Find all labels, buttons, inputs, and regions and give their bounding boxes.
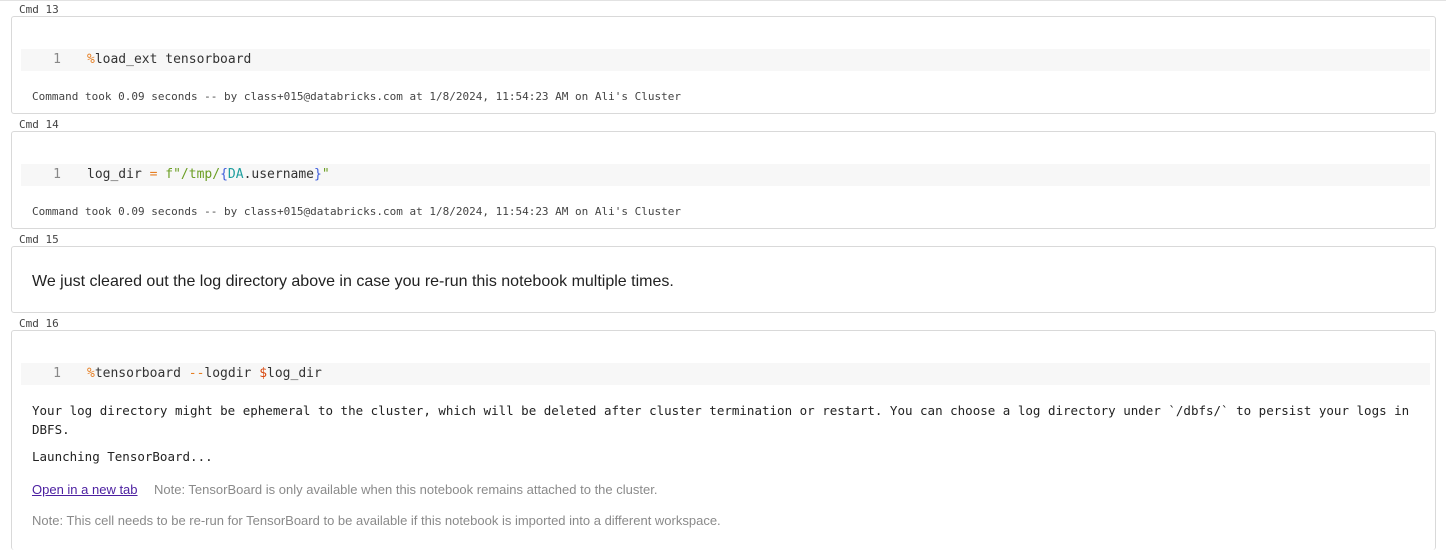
cmd-label: Cmd 16 [19, 317, 59, 330]
code-text: %load_ext tensorboard [87, 52, 252, 67]
line-number: 1 [53, 52, 61, 67]
command-meta: Command took 0.09 seconds -- by class+01… [32, 205, 682, 218]
code-cell[interactable]: 1 %tensorboard --logdir $log_dir Your lo… [11, 330, 1436, 550]
code-editor-line[interactable]: 1 log_dir = f"/tmp/{DA.username}" [21, 164, 1430, 186]
tensorboard-note: Note: TensorBoard is only available when… [153, 482, 658, 497]
code-editor-line[interactable]: 1 %load_ext tensorboard [21, 49, 1430, 71]
line-number: 1 [53, 366, 61, 381]
cmd-label: Cmd 14 [19, 118, 59, 131]
rerun-note: Note: This cell needs to be re-run for T… [32, 513, 721, 528]
top-divider [0, 0, 1446, 1]
tensorboard-link-row: Open in a new tab Note: TensorBoard is o… [32, 481, 657, 499]
cell-output-launch: Launching TensorBoard... [32, 449, 213, 464]
code-text: %tensorboard --logdir $log_dir [87, 366, 322, 381]
cmd-label: Cmd 15 [19, 233, 59, 246]
code-cell[interactable]: 1 %load_ext tensorboard Command took 0.0… [11, 16, 1436, 114]
line-number: 1 [53, 167, 61, 182]
markdown-text: We just cleared out the log directory ab… [32, 273, 674, 290]
code-editor-line[interactable]: 1 %tensorboard --logdir $log_dir [21, 363, 1430, 385]
cell-output-warning: Your log directory might be ephemeral to… [32, 403, 1410, 437]
cmd-label: Cmd 13 [19, 3, 59, 16]
command-meta: Command took 0.09 seconds -- by class+01… [32, 90, 682, 103]
code-cell[interactable]: 1 log_dir = f"/tmp/{DA.username}" Comman… [11, 131, 1436, 229]
code-text: log_dir = f"/tmp/{DA.username}" [87, 167, 330, 182]
markdown-cell[interactable]: We just cleared out the log directory ab… [11, 246, 1436, 313]
open-in-new-tab-link[interactable]: Open in a new tab [32, 482, 138, 497]
